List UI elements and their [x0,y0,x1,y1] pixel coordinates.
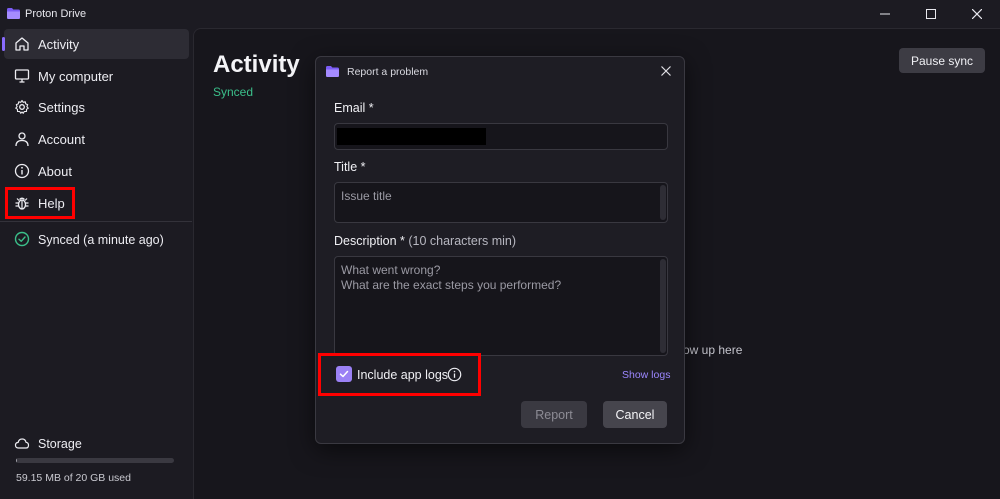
sidebar-item-label: My computer [38,69,114,84]
title-bar: Proton Drive [0,0,1000,28]
title-placeholder: Issue title [341,189,392,203]
sidebar-item-label: Account [38,132,85,147]
sidebar-item-label: Activity [38,37,80,52]
maximize-icon [926,9,936,19]
gear-icon [15,99,29,114]
description-hint: (10 characters min) [408,234,517,248]
window-title: Proton Drive [25,8,87,20]
pause-sync-button[interactable]: Pause sync [899,48,985,73]
bug-icon [15,197,29,210]
close-window-button[interactable] [954,0,1000,28]
monitor-icon [14,69,30,83]
page-title: Activity [213,51,300,78]
proton-drive-logo-icon [7,8,20,19]
storage-label: Storage [38,437,82,451]
maximize-button[interactable] [908,0,954,28]
proton-drive-logo-icon [326,66,339,77]
email-label: Email * [334,101,374,115]
storage-progress-fill [16,458,17,463]
home-icon [15,37,29,51]
sidebar-divider [0,221,192,222]
sidebar-item-account[interactable]: Account [4,124,189,154]
show-logs-link[interactable]: Show logs [622,369,670,381]
sidebar-item-my-computer[interactable]: My computer [4,61,189,91]
cancel-button[interactable]: Cancel [603,401,667,428]
storage-used-text: 59.15 MB of 20 GB used [16,472,131,484]
sidebar-item-activity[interactable]: Activity [2,29,189,59]
sidebar-item-about[interactable]: About [4,156,189,186]
checkmark-icon [339,370,349,378]
sidebar-item-label: Settings [38,100,85,115]
info-icon [14,163,30,179]
description-field[interactable]: What went wrong? What are the exact step… [334,256,668,356]
sidebar-item-label: About [38,164,72,179]
sidebar: Activity My computer Settings Account Ab… [0,28,192,499]
title-label: Title * [334,160,366,174]
description-placeholder: What went wrong? What are the exact step… [341,263,562,292]
description-scrollbar[interactable] [660,259,666,353]
storage-progress-bar [16,458,174,463]
sync-status-text: Synced (a minute ago) [38,233,164,247]
cloud-icon [14,438,30,449]
description-label-text: Description * [334,234,405,248]
report-problem-dialog: Report a problem Email * Title * Issue t… [315,56,685,444]
dialog-title: Report a problem [347,66,429,78]
description-label: Description * (10 characters min) [334,234,516,248]
sidebar-item-help[interactable]: Help [4,188,189,218]
sync-status-row: Synced (a minute ago) [4,226,189,252]
close-icon [661,66,671,76]
minimize-icon [880,13,890,15]
user-icon [15,132,29,147]
include-logs-label: Include app logs [357,368,449,382]
sidebar-item-settings[interactable]: Settings [4,92,189,122]
empty-state-text: ow up here [683,343,743,357]
sidebar-item-label: Help [38,196,65,211]
check-circle-icon [14,231,30,247]
report-button[interactable]: Report [521,401,587,428]
redacted-email [337,128,486,145]
include-logs-checkbox[interactable] [336,366,352,382]
dialog-close-button[interactable] [657,62,675,80]
title-scrollbar[interactable] [660,185,666,220]
minimize-button[interactable] [862,0,908,28]
title-field[interactable]: Issue title [334,182,668,223]
info-icon[interactable] [447,367,462,382]
page-status: Synced [213,85,254,99]
close-icon [972,9,982,19]
email-field[interactable] [334,123,668,150]
